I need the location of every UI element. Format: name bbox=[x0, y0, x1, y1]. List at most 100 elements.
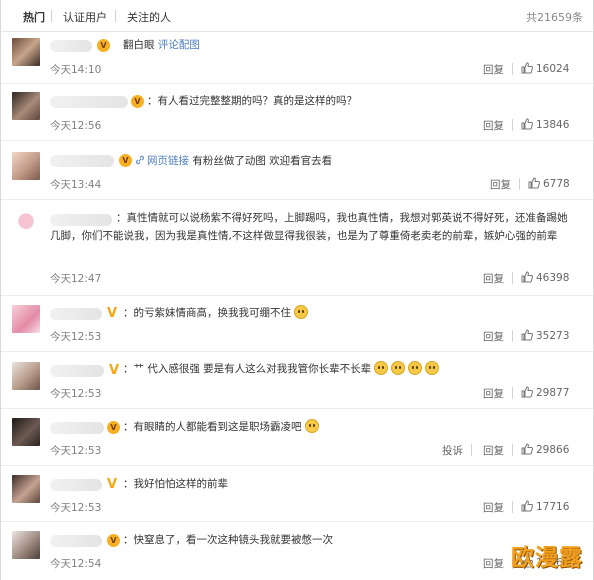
like-button[interactable]: 6778 bbox=[528, 177, 570, 190]
comment-panel: 热门 认证用户 关注的人 共21659条 V 翻白眼 评论配图 今天14:10 … bbox=[0, 0, 594, 580]
username[interactable] bbox=[50, 308, 102, 320]
comment-image-link[interactable]: 评论配图 bbox=[158, 39, 200, 51]
action-divider bbox=[471, 444, 472, 456]
vip-badge-icon: V bbox=[107, 306, 118, 321]
vip-badge-icon: V bbox=[107, 534, 120, 547]
avatar[interactable] bbox=[12, 305, 40, 333]
avatar[interactable] bbox=[12, 475, 40, 503]
thumbs-up-icon bbox=[521, 500, 533, 512]
avatar[interactable] bbox=[12, 210, 40, 238]
action-divider bbox=[519, 178, 520, 190]
avatar[interactable] bbox=[12, 38, 40, 66]
emoji-icon bbox=[304, 419, 319, 433]
vip-badge-icon: V bbox=[97, 39, 110, 52]
comment-item: V ：的亏紫妹情商高，换我我可绷不住 今天12:53 回复 35273 bbox=[1, 296, 593, 352]
comment-time: 今天12:54 bbox=[50, 558, 102, 570]
like-button[interactable]: 16024 bbox=[521, 62, 569, 75]
emoji-icon bbox=[374, 361, 389, 375]
comment-text: ：有眼睛的人都能看到这是职场霸凌吧 bbox=[123, 418, 319, 436]
vip-badge-icon: V bbox=[107, 421, 120, 434]
reply-button[interactable]: 回复 bbox=[483, 386, 504, 401]
comment-tabs: 热门 认证用户 关注的人 共21659条 bbox=[1, 0, 593, 32]
like-count: 17716 bbox=[536, 501, 570, 513]
comment-text: 网页链接 有粉丝做了动图 欢迎看官去看 bbox=[135, 152, 332, 170]
username[interactable] bbox=[50, 40, 92, 52]
emoji-icon bbox=[408, 361, 423, 375]
emoji-icon bbox=[294, 305, 308, 319]
thumbs-up-icon bbox=[521, 62, 533, 74]
like-button[interactable]: 29877 bbox=[521, 386, 569, 399]
like-button[interactable]: 17716 bbox=[521, 500, 569, 513]
tab-divider bbox=[115, 10, 116, 22]
thumbs-up-icon bbox=[521, 386, 533, 398]
reply-button[interactable]: 回复 bbox=[483, 556, 504, 571]
avatar[interactable] bbox=[12, 531, 40, 559]
like-button[interactable]: 46398 bbox=[521, 271, 569, 284]
thumbs-up-icon bbox=[521, 329, 533, 341]
comment-text: ：快窒息了，看一次这种镜头我就要被憋一次 bbox=[123, 534, 333, 546]
thumbs-up-icon bbox=[521, 443, 533, 455]
comment-text: ：我好怕怕这样的前辈 bbox=[123, 478, 228, 490]
comment-text: ：的亏紫妹情商高，换我我可绷不住 bbox=[123, 304, 308, 322]
username[interactable] bbox=[50, 155, 114, 167]
username[interactable] bbox=[50, 535, 102, 547]
vip-badge-icon: V bbox=[107, 477, 118, 492]
action-divider bbox=[512, 63, 513, 75]
reply-button[interactable]: 回复 bbox=[490, 177, 511, 192]
vip-badge-icon: V bbox=[119, 154, 132, 167]
action-divider bbox=[512, 330, 513, 342]
reply-button[interactable]: 回复 bbox=[483, 329, 504, 344]
comment-time: 今天12:53 bbox=[50, 502, 102, 514]
comment-body: ：的亏紫妹情商高，换我我可绷不住 bbox=[123, 307, 291, 319]
avatar[interactable] bbox=[12, 92, 40, 120]
like-count: 29866 bbox=[536, 444, 570, 456]
like-count: 46398 bbox=[536, 272, 570, 284]
username[interactable] bbox=[50, 479, 102, 491]
tab-divider bbox=[51, 10, 52, 22]
action-divider bbox=[512, 119, 513, 131]
tab-hot[interactable]: 热门 bbox=[23, 9, 45, 25]
comment-time: 今天12:47 bbox=[50, 273, 102, 285]
like-button[interactable]: 13846 bbox=[521, 118, 569, 131]
action-divider bbox=[512, 501, 513, 513]
tab-following[interactable]: 关注的人 bbox=[127, 9, 171, 25]
like-button[interactable]: 35273 bbox=[521, 329, 569, 342]
thumbs-up-icon bbox=[521, 271, 533, 283]
comment-text: ：艹 代入感很强 要是有人这么对我我管你长辈不长辈 bbox=[123, 360, 440, 378]
comment-time: 今天13:44 bbox=[50, 179, 102, 191]
comment-time: 今天12:53 bbox=[50, 445, 102, 457]
reply-button[interactable]: 回复 bbox=[483, 118, 504, 133]
vip-badge-icon: V bbox=[131, 95, 144, 108]
username[interactable] bbox=[50, 365, 104, 377]
like-button[interactable]: 29866 bbox=[521, 443, 569, 456]
avatar[interactable] bbox=[12, 362, 40, 390]
comment-body: ：艹 代入感很强 要是有人这么对我我管你长辈不长辈 bbox=[123, 363, 372, 375]
comment-time: 今天14:10 bbox=[50, 64, 102, 76]
like-count: 16024 bbox=[536, 63, 570, 75]
link-icon bbox=[136, 155, 144, 165]
comment-item: V ：艹 代入感很强 要是有人这么对我我管你长辈不长辈 今天12:53 回复 2… bbox=[1, 352, 593, 409]
avatar[interactable] bbox=[12, 418, 40, 446]
reply-button[interactable]: 回复 bbox=[483, 62, 504, 77]
like-count: 35273 bbox=[536, 330, 570, 342]
reply-button[interactable]: 回复 bbox=[483, 500, 504, 515]
thumbs-up-icon bbox=[521, 118, 533, 130]
comment-item: V ：快窒息了，看一次这种镜头我就要被憋一次 今天12:54 回复 15860 bbox=[1, 522, 593, 580]
tab-verified-users[interactable]: 认证用户 bbox=[63, 9, 107, 25]
avatar[interactable] bbox=[12, 152, 40, 180]
comment-item: V ：有眼睛的人都能看到这是职场霸凌吧 今天12:53 投诉 回复 29866 bbox=[1, 409, 593, 466]
web-link[interactable]: 网页链接 bbox=[135, 155, 189, 167]
emoji-icon bbox=[391, 361, 406, 375]
comment-body: 翻白眼 bbox=[123, 39, 155, 51]
report-button[interactable]: 投诉 bbox=[442, 443, 463, 458]
vip-badge-icon: V bbox=[109, 363, 120, 378]
watermark-logo: 欧漫露 bbox=[511, 545, 583, 571]
username[interactable] bbox=[50, 422, 104, 434]
comment-time: 今天12:53 bbox=[50, 331, 102, 343]
username[interactable] bbox=[50, 96, 128, 108]
action-divider bbox=[512, 387, 513, 399]
comment-body: ：有眼睛的人都能看到这是职场霸凌吧 bbox=[123, 421, 302, 433]
reply-button[interactable]: 回复 bbox=[483, 443, 504, 458]
reply-button[interactable]: 回复 bbox=[483, 271, 504, 286]
comment-item: V 网页链接 有粉丝做了动图 欢迎看官去看 今天13:44 回复 6778 bbox=[1, 141, 593, 200]
